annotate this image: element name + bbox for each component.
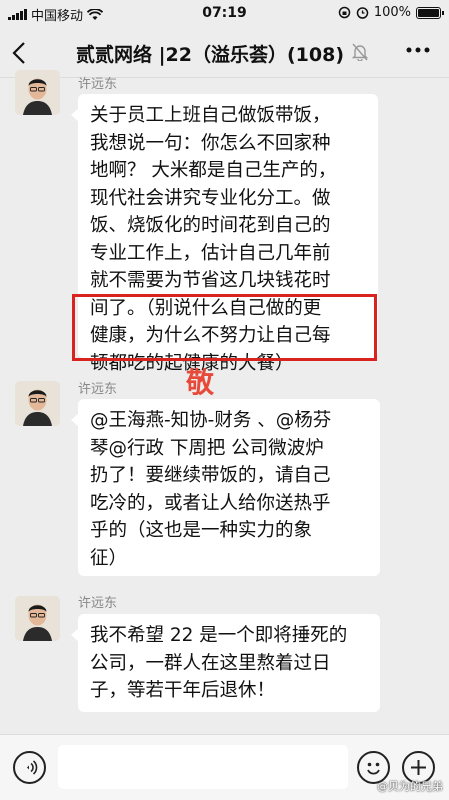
message-line: 子，等若干年后退休！ [90,680,276,701]
message-bubble[interactable]: 我不希望 22 是一个即将捶死的 公司，一群人在这里熬着过日 子，等若干年后退休… [71,614,380,712]
avatar[interactable] [15,70,60,115]
sender-name: 许远东 [78,77,118,92]
message-input[interactable] [58,745,348,789]
message-line: 征） [90,547,128,569]
orientation-lock-icon [338,6,351,19]
more-button[interactable] [405,38,431,68]
message-line: 乎的（这也是一种实力的象 [90,520,313,541]
chat-messages[interactable]: 许远东 关于员工上班自己做饭带饭， 我想说一句：你怎么不回家种 地啊？ 大米都是… [0,70,449,734]
back-button[interactable] [12,37,40,67]
mute-bell-icon [351,43,369,65]
message-line: 关于员工上班自己做饭带饭， [90,105,331,126]
alarm-icon [356,6,369,19]
message-line: 饭、烧饭化的时间花到自己的 [90,215,331,236]
sender-name: 许远东 [78,596,118,611]
avatar[interactable] [15,381,60,426]
sender-name: 许远东 [78,382,118,397]
avatar[interactable] [15,596,60,641]
status-right: 100% [338,5,444,20]
voice-icon [27,760,38,775]
chevron-left-icon [12,42,25,64]
status-bar: 中国移动 07:19 100% [0,0,449,26]
weibo-watermark: @贝为的兄弟 [377,780,443,793]
message-line: 我想说一句：你怎么不回家种 [90,132,331,154]
red-highlight-box [72,294,377,361]
message-line: 琴@行政 下周把 公司微波炉 [90,437,324,459]
message-bubble[interactable]: @王海燕-知协-财务 、@杨芬 琴@行政 下周把 公司微波炉 扔了！要继续带饭的… [71,399,380,576]
input-bar: @贝为的兄弟 [0,734,449,800]
chat-title[interactable]: 贰贰网络 |22（溢乐荟）(108) [76,40,344,67]
more-dots-icon [406,47,430,53]
red-stamp-text: 敬 [186,366,214,399]
message-line: 现代社会讲究专业化分工。做 [90,187,331,209]
message-line: 公司，一群人在这里熬着过日 [90,652,331,674]
message-line: 地啊？ 大米都是自己生产的， [90,160,337,181]
battery-icon [416,6,444,19]
message-line: 我不希望 22 是一个即将捶死的 [90,625,348,646]
voice-button[interactable] [13,751,46,784]
message-line: 扔了！要继续带饭的，请自己 [90,465,331,486]
battery-percent: 100% [373,5,411,20]
message-line: 吃冷的，或者让人给你送热乎 [90,492,331,514]
message-line: 专业工作上，估计自己几年前 [90,242,331,264]
message-line: @王海燕-知协-财务 、@杨芬 [90,410,332,431]
message-line: 就不需要为节省这几块钱花时 [90,270,331,291]
chat-header: 贰贰网络 |22（溢乐荟）(108) [0,26,449,78]
